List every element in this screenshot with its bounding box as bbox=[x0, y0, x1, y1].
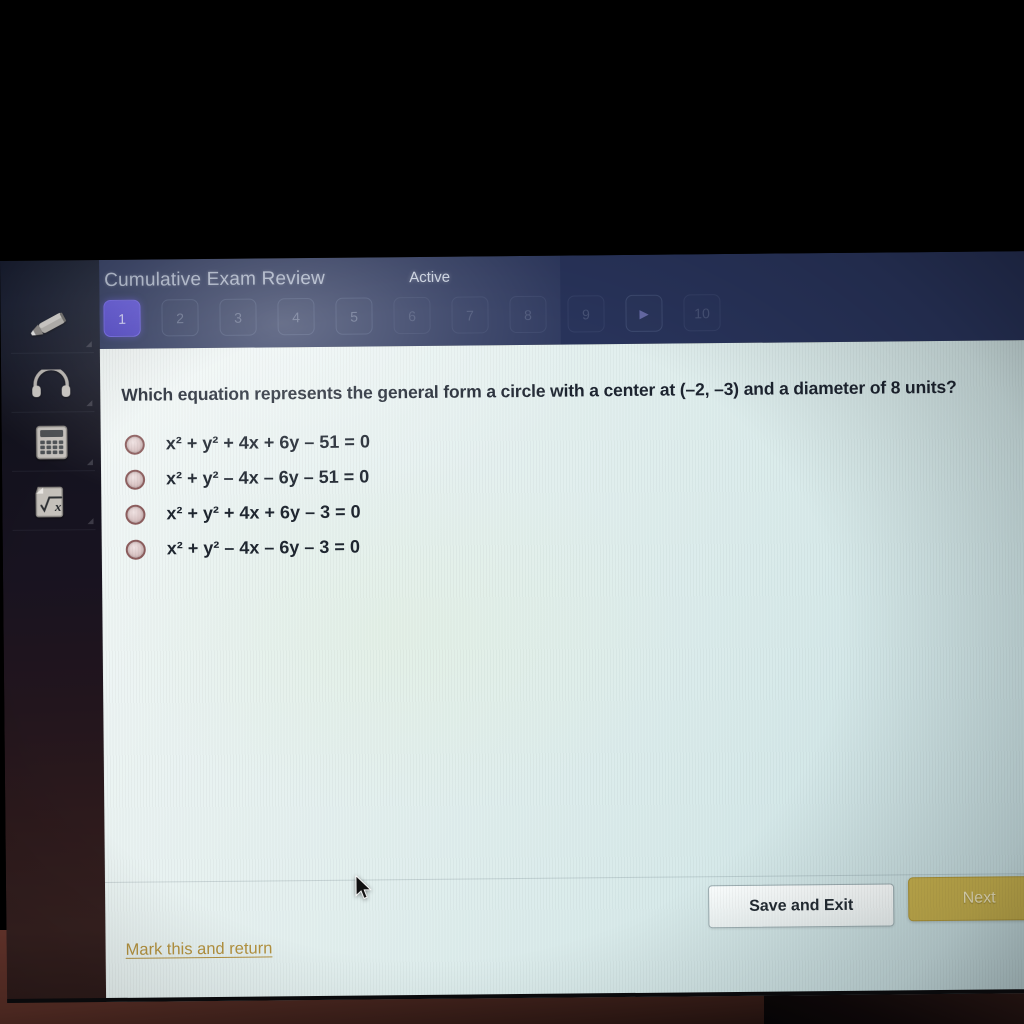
question-button-label: 2 bbox=[176, 309, 185, 326]
radio-button-c[interactable] bbox=[125, 504, 146, 525]
question-navigation: 1 2 3 4 5 6 7 8 9 ▶ 10 bbox=[103, 294, 721, 338]
sidebar-item-headphones[interactable] bbox=[1, 353, 101, 413]
mark-this-and-return-link[interactable]: Mark this and return bbox=[126, 939, 273, 959]
question-text: Which equation represents the general fo… bbox=[121, 376, 957, 405]
radio-button-b[interactable] bbox=[125, 469, 146, 490]
sidebar-item-calculator[interactable] bbox=[1, 412, 101, 472]
question-button-4[interactable]: 4 bbox=[277, 297, 315, 336]
question-button-label: 6 bbox=[408, 307, 417, 324]
question-button-label: 3 bbox=[234, 309, 243, 326]
question-button-1[interactable]: 1 bbox=[103, 299, 141, 338]
question-panel: Which equation represents the general fo… bbox=[99, 340, 1024, 1003]
question-button-label: 7 bbox=[466, 306, 475, 324]
save-and-exit-button[interactable]: Save and Exit bbox=[708, 883, 895, 929]
exam-screen: x Cumulative Exam Review Active 1 2 3 4 … bbox=[0, 251, 1024, 1003]
question-button-3[interactable]: 3 bbox=[219, 298, 257, 336]
highlighter-icon bbox=[30, 312, 66, 336]
next-question-arrow-button[interactable]: ▶ bbox=[625, 294, 663, 332]
tool-list: x bbox=[0, 294, 101, 531]
chevron-right-icon: ▶ bbox=[639, 306, 649, 321]
divider bbox=[12, 529, 96, 531]
question-button-label: 9 bbox=[582, 305, 591, 322]
status-badge: Active bbox=[409, 268, 451, 287]
sidebar-item-formula-sheet[interactable]: x bbox=[2, 471, 102, 531]
exam-header: Cumulative Exam Review Active 1 2 3 4 5 bbox=[98, 251, 1024, 350]
answer-option-a[interactable]: x² + y² + 4x + 6y – 51 = 0 bbox=[124, 424, 371, 461]
question-button-5[interactable]: 5 bbox=[335, 297, 373, 335]
next-button[interactable]: Next bbox=[907, 875, 1024, 922]
radio-button-d[interactable] bbox=[125, 539, 146, 560]
answer-options: x² + y² + 4x + 6y – 51 = 0 x² + y² – 4x … bbox=[124, 424, 371, 566]
question-button-7[interactable]: 7 bbox=[451, 296, 489, 334]
headphones-icon bbox=[31, 368, 70, 397]
answer-option-d-label: x² + y² – 4x – 6y – 3 = 0 bbox=[166, 536, 360, 559]
answer-option-b-label: x² + y² – 4x – 6y – 51 = 0 bbox=[165, 466, 370, 489]
answer-option-a-label: x² + y² + 4x + 6y – 51 = 0 bbox=[165, 431, 371, 454]
question-button-label: 4 bbox=[292, 308, 301, 325]
question-button-label: 5 bbox=[350, 308, 359, 325]
question-button-2[interactable]: 2 bbox=[161, 299, 199, 337]
radio-button-a[interactable] bbox=[124, 434, 145, 455]
answer-option-b[interactable]: x² + y² – 4x – 6y – 51 = 0 bbox=[125, 459, 370, 496]
tool-sidebar: x bbox=[0, 260, 107, 1003]
question-button-label: 1 bbox=[118, 310, 127, 327]
question-button-label: 10 bbox=[694, 304, 710, 321]
formula-sheet-icon: x bbox=[35, 486, 63, 517]
question-button-10[interactable]: 10 bbox=[683, 294, 721, 332]
answer-option-c[interactable]: x² + y² + 4x + 6y – 3 = 0 bbox=[125, 494, 370, 531]
answer-option-c-label: x² + y² + 4x + 6y – 3 = 0 bbox=[166, 501, 361, 524]
svg-text:x: x bbox=[53, 498, 61, 513]
question-button-label: 8 bbox=[524, 306, 533, 323]
question-button-6[interactable]: 6 bbox=[393, 296, 431, 335]
monitor-photo: x Cumulative Exam Review Active 1 2 3 4 … bbox=[0, 0, 1024, 1024]
sidebar-item-highlighter[interactable] bbox=[0, 294, 100, 354]
answer-option-d[interactable]: x² + y² – 4x – 6y – 3 = 0 bbox=[125, 529, 371, 566]
question-button-8[interactable]: 8 bbox=[509, 295, 547, 334]
calculator-icon bbox=[35, 425, 68, 459]
question-button-9[interactable]: 9 bbox=[567, 295, 605, 333]
footer-divider bbox=[104, 873, 1024, 884]
page-title: Cumulative Exam Review bbox=[104, 267, 326, 292]
